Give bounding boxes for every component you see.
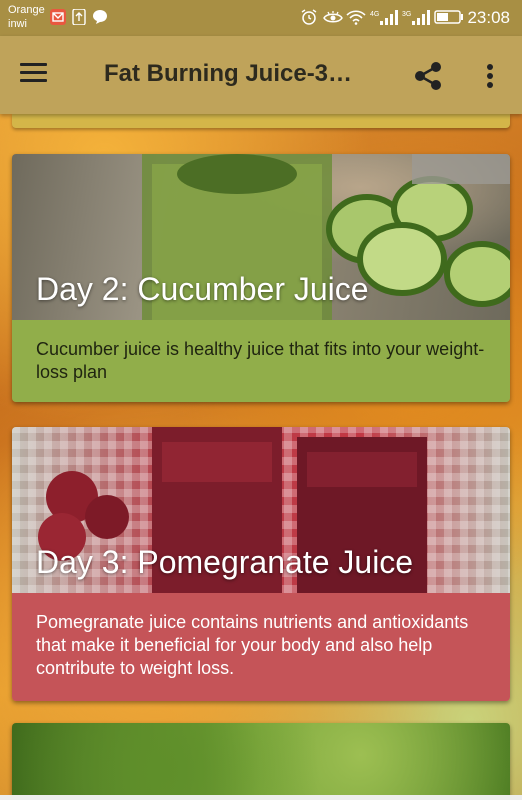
clock: 23:08 (467, 8, 510, 27)
signal-4g-icon: 4G (370, 10, 398, 25)
green-juice-image (12, 723, 510, 800)
pomegranate-juice-image: Day 3: Pomegranate Juice (12, 427, 510, 593)
bottom-edge (0, 795, 522, 800)
previous-card-edge[interactable] (12, 114, 510, 128)
share-icon[interactable] (410, 58, 446, 94)
card-description: Cucumber juice is healthy juice that fit… (12, 320, 510, 402)
juice-card-day-3[interactable]: Day 3: Pomegranate Juice Pomegranate jui… (12, 427, 510, 701)
battery-icon (434, 10, 463, 24)
app-bar: Fat Burning Juice-3… (0, 36, 522, 114)
juice-card-day-4[interactable] (12, 723, 510, 800)
signal-3g-icon: 3G (402, 10, 430, 25)
juice-card-day-2[interactable]: Day 2: Cucumber Juice Cucumber juice is … (12, 154, 510, 402)
carrier-line-2: inwi (8, 18, 27, 30)
chat-notification-icon (93, 10, 107, 24)
carrier-line-1: Orange (8, 4, 45, 16)
upload-notification-icon (72, 9, 86, 25)
signal-4g-label: 4G (370, 11, 379, 18)
card-title: Day 2: Cucumber Juice (36, 271, 369, 307)
more-vert-icon[interactable] (476, 58, 504, 94)
card-title: Day 3: Pomegranate Juice (36, 544, 414, 580)
app-title: Fat Burning Juice-3… (104, 60, 353, 87)
card-description: Pomegranate juice contains nutrients and… (12, 593, 510, 701)
status-bar: Orange inwi 4G 3G 23:08 (0, 0, 522, 36)
menu-icon[interactable] (20, 58, 60, 94)
email-notification-icon (50, 9, 66, 25)
alarm-icon (301, 9, 317, 25)
eye-comfort-icon (323, 11, 343, 23)
signal-3g-label: 3G (402, 11, 411, 18)
wifi-icon (346, 10, 366, 25)
carrier-label: Orange inwi (8, 3, 45, 31)
cucumber-juice-image: Day 2: Cucumber Juice (12, 154, 510, 320)
